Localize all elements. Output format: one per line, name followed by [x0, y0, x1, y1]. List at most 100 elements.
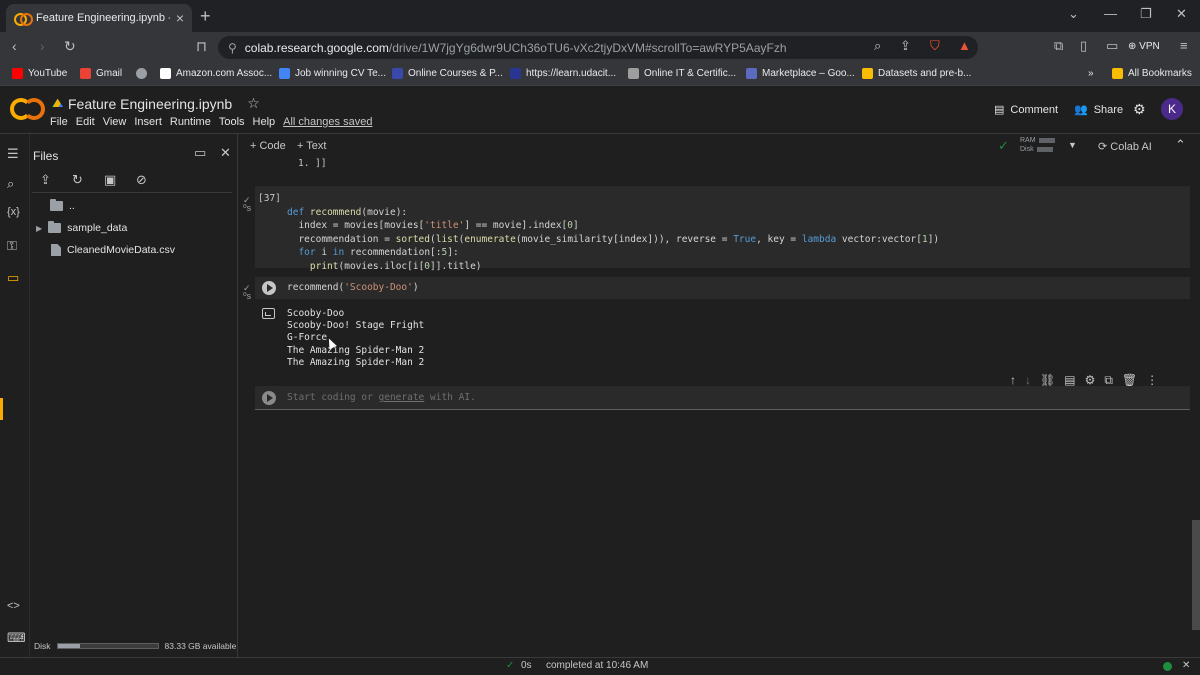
wallet-icon[interactable]: ▭: [1106, 38, 1118, 54]
amazon-icon: [160, 68, 171, 79]
find-replace-icon[interactable]: ⌕: [7, 176, 14, 192]
code-line: for i in recommendation[:5]:: [298, 247, 459, 258]
code-cell-recommend-call[interactable]: recommend('Scooby-Doo'): [255, 277, 1190, 299]
bookmark-it-cert[interactable]: Online IT & Certific...: [628, 68, 736, 79]
expand-arrow-icon[interactable]: ▶: [36, 224, 42, 233]
vpn-button[interactable]: ⊕ VPN: [1128, 41, 1160, 52]
table-of-contents-icon[interactable]: ☰: [7, 146, 19, 162]
close-panel-icon[interactable]: ✕: [220, 145, 231, 161]
save-status[interactable]: All changes saved: [283, 116, 372, 128]
address-bar[interactable]: ⚲ colab.research.google.com/drive/1W7jgY…: [218, 36, 978, 59]
run-cell-icon[interactable]: [262, 391, 276, 405]
back-icon[interactable]: ‹: [12, 38, 17, 54]
all-bookmarks[interactable]: All Bookmarks: [1112, 68, 1192, 79]
cell-placeholder[interactable]: Start coding or generate with AI.: [287, 392, 476, 403]
run-cell-icon[interactable]: [262, 281, 276, 295]
share-page-icon[interactable]: ⇪: [900, 38, 911, 54]
maximize-icon[interactable]: ❐: [1140, 6, 1152, 22]
cell-executed-check-icon: ✓ ⁰s: [243, 195, 252, 213]
variables-icon[interactable]: {x}: [7, 206, 20, 218]
gmail-icon: [80, 68, 91, 79]
forward-icon[interactable]: ›: [40, 38, 45, 54]
files-folder-icon[interactable]: ▭: [7, 270, 19, 286]
add-code-button[interactable]: + Code: [250, 140, 286, 152]
extensions-icon[interactable]: ⧉: [1054, 38, 1063, 54]
bookmark-globe[interactable]: [136, 68, 147, 79]
share-button[interactable]: 👥 Share: [1074, 103, 1123, 117]
disk-usage: Disk 83.33 GB available: [34, 641, 237, 651]
code-snippets-icon[interactable]: <>: [7, 600, 20, 612]
completion-time[interactable]: completed at 10:46 AM: [546, 660, 648, 671]
bookmark-datasets[interactable]: Datasets and pre-b...: [862, 68, 971, 79]
file-item-csv[interactable]: CleanedMovieData.csv: [51, 244, 175, 256]
colab-favicon-icon: [14, 13, 33, 26]
upload-file-icon[interactable]: ⇪: [40, 172, 51, 188]
output-line: Scooby-Doo: [287, 308, 345, 319]
hide-files-icon[interactable]: ⊘: [136, 172, 147, 188]
menu-file[interactable]: File: [50, 116, 68, 128]
bookmark-gmail[interactable]: Gmail: [80, 68, 122, 79]
mount-drive-icon[interactable]: ▣: [104, 172, 116, 188]
avatar[interactable]: K: [1161, 98, 1183, 120]
ram-disk-indicator[interactable]: RAM Disk: [1020, 136, 1055, 154]
secrets-key-icon[interactable]: ⚿: [7, 238, 17, 254]
bookmarks-overflow-icon[interactable]: »: [1088, 68, 1094, 79]
drive-icon: [862, 68, 873, 79]
file-icon: [51, 244, 61, 256]
new-tab-icon[interactable]: +: [200, 6, 211, 27]
bookmark-youtube[interactable]: YouTube: [12, 68, 67, 79]
code-editor[interactable]: recommend('Scooby-Doo'): [287, 281, 419, 295]
menu-tools[interactable]: Tools: [219, 116, 245, 128]
code-cell-recommend-def[interactable]: [37] def recommend(movie): index = movie…: [255, 186, 1190, 272]
code-line: print(movies.iloc[i[0]].title): [309, 260, 482, 272]
open-in-new-window-icon[interactable]: ▭: [194, 145, 206, 161]
zoom-search-icon[interactable]: ⌕: [874, 38, 881, 54]
bookmark-page-icon[interactable]: ⊓: [196, 38, 207, 55]
menu-runtime[interactable]: Runtime: [170, 116, 211, 128]
add-text-button[interactable]: + Text: [297, 140, 326, 152]
colab-logo-icon[interactable]: [10, 96, 45, 120]
bookmark-marketplace[interactable]: Marketplace – Goo...: [746, 68, 855, 79]
empty-code-cell[interactable]: Start coding or generate with AI.: [255, 386, 1190, 410]
collapse-toolbar-icon[interactable]: ⌃: [1175, 137, 1186, 153]
comment-button[interactable]: ▤ Comment: [994, 103, 1058, 117]
browser-menu-icon[interactable]: ≡: [1180, 38, 1188, 53]
close-status-icon[interactable]: ✕: [1182, 660, 1190, 671]
parent-directory[interactable]: ..: [50, 199, 75, 212]
files-panel: Files ▭ ✕ ⇪ ↻ ▣ ⊘ .. ▶ sample_data Clean…: [30, 134, 238, 657]
minimize-icon[interactable]: —: [1104, 6, 1117, 21]
settings-gear-icon[interactable]: ⚙: [1133, 101, 1146, 118]
command-palette-icon[interactable]: ⌨: [7, 630, 26, 646]
clear-output-icon[interactable]: [262, 308, 275, 319]
menu-insert[interactable]: Insert: [134, 116, 162, 128]
output-line: G-Force: [287, 332, 328, 344]
close-tab-icon[interactable]: ×: [176, 10, 184, 26]
reload-icon[interactable]: ↻: [64, 38, 76, 55]
browser-tab-strip: Feature Engineering.ipynb - Co × + ⌄ — ❐…: [0, 0, 1200, 32]
folder-icon: [48, 221, 62, 233]
refresh-icon[interactable]: ↻: [72, 172, 83, 188]
sidebar-icon[interactable]: ▯: [1080, 38, 1087, 54]
site-info-icon[interactable]: ⚲: [228, 41, 237, 55]
colab-ai-button[interactable]: ⟳ Colab AI: [1098, 140, 1152, 153]
bookmark-cv[interactable]: Job winning CV Te...: [279, 68, 386, 79]
generate-link[interactable]: generate: [379, 392, 425, 403]
browser-tab[interactable]: Feature Engineering.ipynb - Co ×: [6, 4, 192, 32]
menu-help[interactable]: Help: [253, 116, 276, 128]
notebook-name[interactable]: Feature Engineering.ipynb: [68, 96, 232, 112]
notebook-title[interactable]: Feature Engineering.ipynb ☆: [52, 95, 260, 112]
star-icon[interactable]: ☆: [247, 95, 260, 112]
bookmark-courses[interactable]: Online Courses & P...: [392, 68, 503, 79]
tab-search-icon[interactable]: ⌄: [1068, 6, 1079, 22]
bookmark-udacity[interactable]: https://learn.udacit...: [510, 68, 616, 79]
runtime-dropdown-icon[interactable]: ▼: [1068, 140, 1077, 150]
bookmark-amazon[interactable]: Amazon.com Assoc...: [160, 68, 272, 79]
cell-output: Scooby-Doo Scooby-Doo! Stage Fright G-Forc…: [287, 308, 424, 369]
menu-edit[interactable]: Edit: [76, 116, 95, 128]
brave-rewards-icon[interactable]: ▲: [958, 38, 971, 53]
close-window-icon[interactable]: ✕: [1176, 6, 1187, 22]
brave-shield-icon[interactable]: ⛉: [930, 38, 940, 54]
scrollbar-thumb[interactable]: [1192, 520, 1200, 630]
file-item-sample-data[interactable]: ▶ sample_data: [36, 221, 127, 234]
menu-view[interactable]: View: [103, 116, 127, 128]
